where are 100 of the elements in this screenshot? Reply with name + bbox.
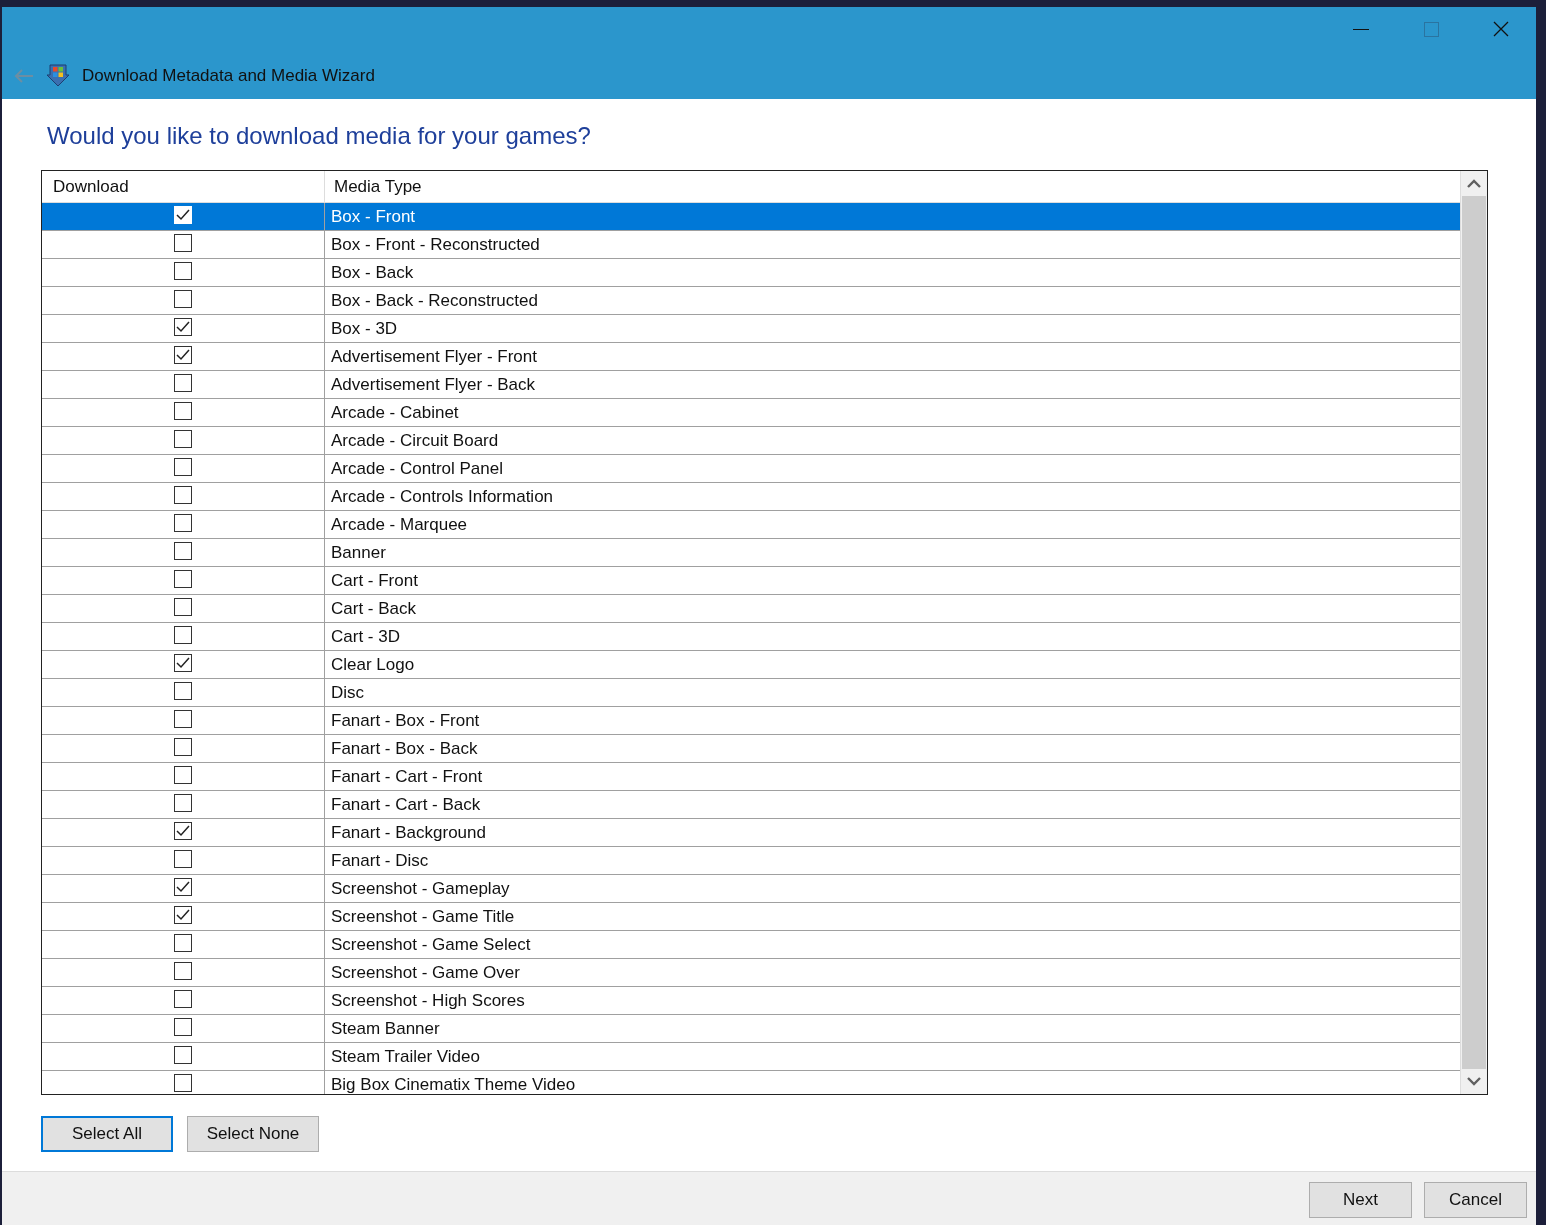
table-row[interactable]: Arcade - Controls Information [42,483,1460,512]
table-row[interactable]: Screenshot - Gameplay [42,875,1460,904]
download-checkbox[interactable] [174,598,192,617]
media-type-cell-text: Banner [330,541,387,564]
table-row[interactable]: Cart - 3D [42,623,1460,652]
table-row[interactable]: Box - Front [42,203,1460,232]
minimize-icon [1353,28,1369,30]
table-row[interactable]: Fanart - Cart - Back [42,791,1460,820]
download-checkbox[interactable] [174,430,192,449]
media-type-cell-text: Arcade - Circuit Board [330,429,500,452]
download-checkbox[interactable] [174,794,192,813]
vertical-scrollbar[interactable] [1460,171,1487,1095]
table-row[interactable]: Arcade - Marquee [42,511,1460,540]
column-header[interactable]: Download [42,171,325,203]
download-shield-icon [46,63,70,88]
table-row[interactable]: Box - Front - Reconstructed [42,231,1460,260]
download-checkbox[interactable] [174,346,192,365]
table-row[interactable]: Advertisement Flyer - Front [42,343,1460,372]
table-row[interactable]: Screenshot - Game Over [42,959,1460,988]
table-row[interactable]: Box - 3D [42,315,1460,344]
download-checkbox[interactable] [174,934,192,953]
download-checkbox[interactable] [174,878,192,897]
download-checkbox[interactable] [174,766,192,785]
table-row[interactable]: Box - Back [42,259,1460,288]
media-type-cell-text: Cart - Back [330,597,418,620]
download-checkbox[interactable] [174,318,192,337]
download-checkbox[interactable] [174,738,192,757]
media-type-cell-text: Cart - Front [330,569,419,592]
download-checkbox[interactable] [174,570,192,589]
download-checkbox[interactable] [174,710,192,729]
media-type-cell-text: Screenshot - High Scores [330,989,526,1012]
media-type-cell-text: Fanart - Box - Back [330,737,479,760]
table-row[interactable]: Fanart - Background [42,819,1460,848]
download-checkbox[interactable] [174,850,192,869]
table-row[interactable]: Fanart - Box - Front [42,707,1460,736]
media-type-cell-text: Screenshot - Game Select [330,933,532,956]
download-checkbox[interactable] [174,486,192,505]
table-row[interactable]: Fanart - Cart - Front [42,763,1460,792]
table-row[interactable]: Arcade - Cabinet [42,399,1460,428]
media-type-cell-text: Fanart - Background [330,821,487,844]
media-type-cell-text: Steam Trailer Video [330,1045,481,1068]
table-row[interactable]: Screenshot - High Scores [42,987,1460,1016]
column-header[interactable]: Media Type [325,171,1460,203]
select-all-button[interactable]: Select All [41,1116,173,1153]
download-checkbox[interactable] [174,262,192,281]
media-type-cell-text: Fanart - Cart - Back [330,793,482,816]
media-type-cell-text: Box - Front [330,205,417,228]
table-row[interactable]: Screenshot - Game Title [42,903,1460,932]
table-row[interactable]: Cart - Back [42,595,1460,624]
table-row[interactable]: Cart - Front [42,567,1460,596]
window-title: Download Metadata and Media Wizard [82,65,375,88]
download-checkbox[interactable] [174,682,192,701]
media-type-cell-text: Cart - 3D [330,625,401,648]
download-checkbox[interactable] [174,906,192,925]
media-type-cell-text: Arcade - Marquee [330,513,469,536]
table-row[interactable]: Clear Logo [42,651,1460,680]
media-type-cell-text: Box - Back - Reconstructed [330,289,539,312]
download-checkbox[interactable] [174,654,192,673]
download-checkbox[interactable] [174,234,192,253]
media-type-cell-text: Screenshot - Gameplay [330,877,511,900]
table-row[interactable]: Box - Back - Reconstructed [42,287,1460,316]
select-none-button[interactable]: Select None [187,1116,319,1153]
download-checkbox[interactable] [174,374,192,393]
table-row[interactable]: Steam Banner [42,1015,1460,1044]
download-checkbox[interactable] [174,458,192,477]
maximize-icon [1423,21,1439,37]
download-checkbox[interactable] [174,990,192,1009]
media-type-cell-text: Advertisement Flyer - Front [330,345,538,368]
media-type-cell-text: Arcade - Control Panel [330,457,504,480]
media-type-cell-text: Fanart - Cart - Front [330,765,484,788]
table-row[interactable]: Arcade - Control Panel [42,455,1460,484]
table-row[interactable]: Fanart - Box - Back [42,735,1460,764]
page-heading: Would you like to download media for your games? [47,121,592,152]
download-checkbox[interactable] [174,542,192,561]
download-checkbox[interactable] [174,290,192,309]
download-checkbox[interactable] [174,962,192,981]
media-type-cell-text: Advertisement Flyer - Back [330,373,537,396]
close-icon [1493,21,1509,37]
table-row[interactable]: Advertisement Flyer - Back [42,371,1460,400]
media-type-cell-text: Disc [330,681,366,704]
next-button[interactable]: Next [1309,1182,1412,1219]
download-checkbox[interactable] [174,822,192,841]
table-row[interactable]: Screenshot - Game Select [42,931,1460,960]
media-type-cell-text: Fanart - Disc [330,849,430,872]
table-row[interactable]: Disc [42,679,1460,708]
download-checkbox[interactable] [174,1018,192,1037]
download-checkbox[interactable] [174,626,192,645]
table-row[interactable]: Banner [42,539,1460,568]
download-checkbox[interactable] [174,402,192,421]
table-row[interactable]: Arcade - Circuit Board [42,427,1460,456]
table-row[interactable]: Steam Trailer Video [42,1043,1460,1072]
download-checkbox[interactable] [174,1046,192,1065]
cancel-button[interactable]: Cancel [1424,1182,1527,1219]
media-type-cell-text: Box - Front - Reconstructed [330,233,541,256]
media-type-cell-text: Arcade - Controls Information [330,485,555,508]
table-row[interactable]: Fanart - Disc [42,847,1460,876]
media-type-cell-text: Arcade - Cabinet [330,401,460,424]
download-checkbox[interactable] [174,1074,192,1093]
download-checkbox[interactable] [174,514,192,533]
media-type-cell-text: Box - Back [330,261,415,284]
